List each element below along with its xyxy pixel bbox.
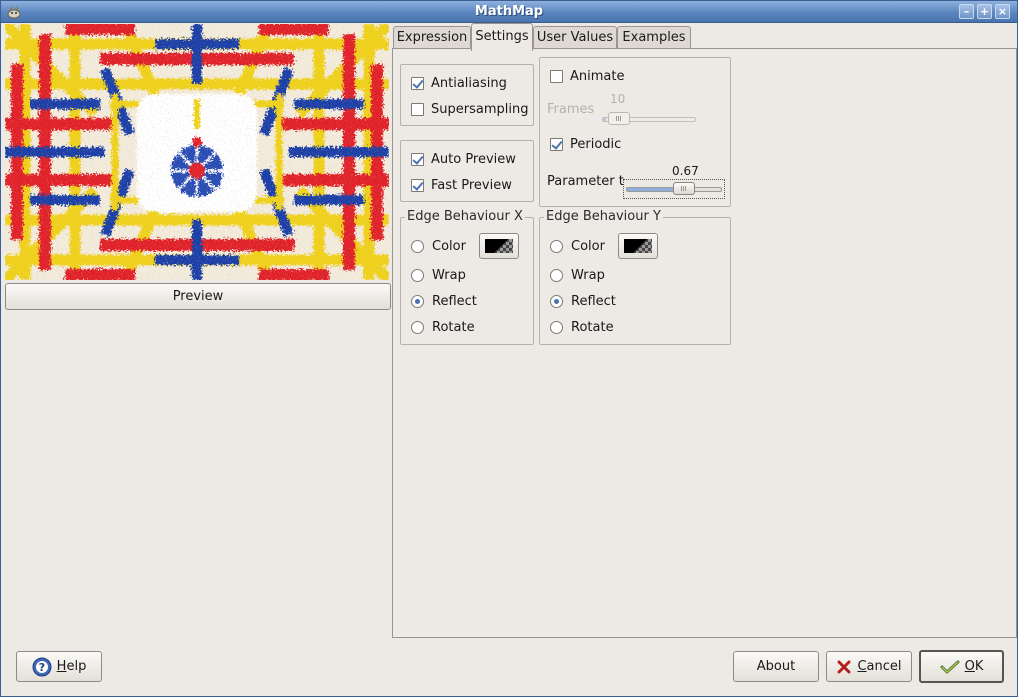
help-icon: ? — [32, 657, 52, 676]
edge-x-wrap-radio-icon[interactable] — [411, 268, 424, 282]
edge-y-wrap-radio-icon[interactable] — [550, 268, 563, 282]
edge-behaviour-x-title: Edge Behaviour X — [405, 209, 525, 224]
kaleidoscope-pattern-image — [5, 24, 389, 280]
supersampling-check-icon[interactable] — [411, 102, 424, 116]
tab-expression[interactable]: Expression — [393, 26, 471, 50]
tab-settings[interactable]: Settings — [471, 23, 533, 51]
parameter-t-label: Parameter t — [547, 174, 624, 189]
ok-label-rest: K — [974, 659, 984, 674]
edge-y-rotate-label: Rotate — [571, 319, 614, 335]
mathmap-window: MathMap – + × Preview Expression Setting… — [0, 0, 1018, 697]
help-button[interactable]: ? Help — [16, 651, 102, 682]
edge-x-rotate-label: Rotate — [432, 319, 475, 335]
help-mnemonic: H — [56, 659, 67, 674]
edge-y-reflect-label: Reflect — [571, 293, 616, 309]
auto-preview-label: Auto Preview — [431, 151, 516, 167]
ok-check-icon — [940, 660, 960, 673]
frames-slider-knob[interactable] — [608, 112, 630, 125]
edge-y-reflect-radio-icon[interactable] — [550, 294, 563, 308]
antialiasing-check-icon[interactable] — [411, 76, 424, 90]
edge-behaviour-y-frame: Edge Behaviour Y Color Wrap Reflect Rota… — [539, 209, 731, 345]
animate-checkbox[interactable]: Animate — [550, 66, 624, 86]
edge-x-reflect-radio[interactable]: Reflect — [411, 291, 477, 311]
frames-slider-fill — [603, 118, 606, 121]
periodic-checkbox[interactable]: Periodic — [550, 134, 621, 154]
edge-x-rotate-radio[interactable]: Rotate — [411, 317, 475, 337]
edge-x-color-picker-button[interactable] — [479, 233, 519, 259]
cancel-label-rest: ancel — [866, 659, 902, 674]
edge-y-rotate-radio-icon[interactable] — [550, 320, 563, 334]
antialiasing-label: Antialiasing — [431, 75, 507, 91]
edge-behaviour-x-frame: Edge Behaviour X Color Wrap Reflect Rota… — [400, 209, 534, 345]
cancel-button[interactable]: Cancel — [826, 651, 912, 682]
preview-button[interactable]: Preview — [5, 283, 391, 310]
minimize-icon[interactable]: – — [959, 4, 974, 19]
help-label: Help — [57, 659, 87, 674]
tab-user-values[interactable]: User Values — [533, 26, 617, 50]
edge-x-wrap-label: Wrap — [432, 267, 466, 283]
ok-label: OK — [965, 659, 984, 674]
edge-x-color-radio-icon[interactable] — [411, 239, 424, 253]
parameter-t-value: 0.67 — [672, 164, 699, 178]
supersampling-checkbox[interactable]: Supersampling — [411, 99, 528, 119]
ok-button[interactable]: OK — [919, 650, 1004, 683]
parameter-t-slider[interactable] — [623, 179, 725, 199]
window-title: MathMap — [474, 4, 544, 19]
periodic-label: Periodic — [570, 136, 622, 152]
edge-x-reflect-radio-icon[interactable] — [411, 294, 424, 308]
edge-y-color-radio[interactable]: Color — [550, 236, 605, 256]
animate-check-icon[interactable] — [550, 69, 563, 83]
cancel-mnemonic: C — [857, 659, 867, 674]
title-bar[interactable]: MathMap – + × — [1, 1, 1017, 23]
cancel-x-icon — [837, 660, 851, 673]
edge-x-reflect-label: Reflect — [432, 293, 477, 309]
edge-x-color-label: Color — [432, 238, 466, 254]
tab-examples[interactable]: Examples — [617, 26, 691, 50]
settings-panel: Antialiasing Supersampling Auto Preview … — [392, 48, 1017, 638]
edge-y-reflect-radio[interactable]: Reflect — [550, 291, 616, 311]
auto-preview-checkbox[interactable]: Auto Preview — [411, 149, 516, 169]
fast-preview-checkbox[interactable]: Fast Preview — [411, 175, 512, 195]
fast-preview-check-icon[interactable] — [411, 178, 424, 192]
render-options-frame: Antialiasing Supersampling — [400, 64, 534, 126]
frames-value: 10 — [610, 92, 626, 106]
svg-text:?: ? — [38, 661, 44, 674]
edge-y-color-picker-button[interactable] — [618, 233, 658, 259]
maximize-icon[interactable]: + — [977, 4, 992, 19]
animation-frame: Animate Frames 10 Periodic Parameter t 0… — [539, 57, 731, 207]
edge-y-wrap-label: Wrap — [571, 267, 605, 283]
close-icon[interactable]: × — [995, 4, 1010, 19]
cancel-label: Cancel — [857, 659, 901, 674]
edge-y-color-radio-icon[interactable] — [550, 239, 563, 253]
frames-slider[interactable] — [602, 112, 696, 126]
animate-label: Animate — [570, 68, 625, 84]
edge-y-color-swatch — [624, 239, 652, 253]
parameter-t-slider-knob[interactable] — [673, 182, 695, 195]
edge-x-color-radio[interactable]: Color — [411, 236, 466, 256]
edge-x-rotate-radio-icon[interactable] — [411, 320, 424, 334]
frames-label: Frames — [547, 102, 595, 117]
ok-mnemonic: O — [964, 659, 975, 674]
about-button[interactable]: About — [733, 651, 819, 682]
antialiasing-checkbox[interactable]: Antialiasing — [411, 73, 507, 93]
fast-preview-label: Fast Preview — [431, 177, 512, 193]
preview-image — [5, 24, 389, 280]
edge-behaviour-y-title: Edge Behaviour Y — [544, 209, 663, 224]
help-label-rest: elp — [66, 659, 87, 674]
supersampling-label: Supersampling — [431, 101, 529, 117]
preview-options-frame: Auto Preview Fast Preview — [400, 140, 534, 202]
edge-x-wrap-radio[interactable]: Wrap — [411, 265, 466, 285]
periodic-check-icon[interactable] — [550, 137, 563, 151]
edge-y-rotate-radio[interactable]: Rotate — [550, 317, 614, 337]
edge-y-wrap-radio[interactable]: Wrap — [550, 265, 605, 285]
auto-preview-check-icon[interactable] — [411, 152, 424, 166]
edge-x-color-swatch — [485, 239, 513, 253]
edge-y-color-label: Color — [571, 238, 605, 254]
